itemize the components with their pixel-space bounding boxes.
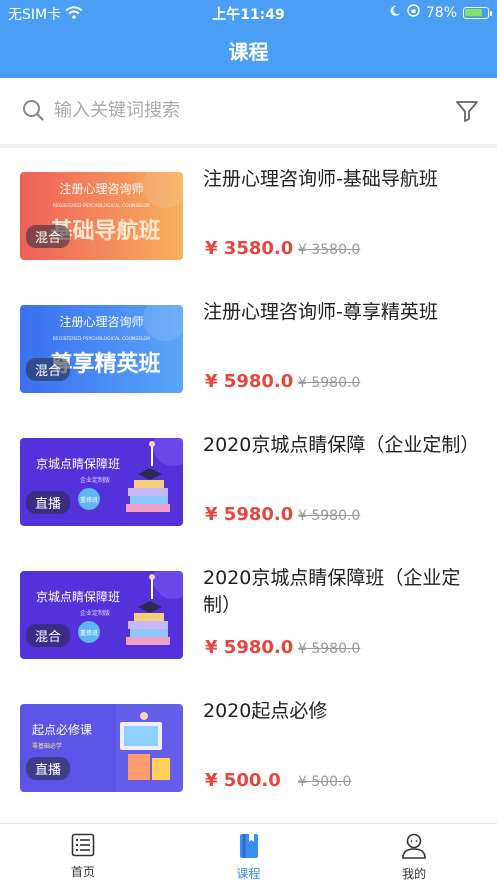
orientation-lock-icon	[407, 4, 420, 21]
thumb-sub: 企业定制版	[80, 476, 110, 484]
course-list: 注册心理咨询师 REGISTERED PSYCHOLOGICAL COUNSEL…	[0, 148, 497, 823]
thumb-sub: REGISTERED PSYCHOLOGICAL COUNSELOR	[53, 203, 150, 209]
course-thumbnail[interactable]: 注册心理咨询师 REGISTERED PSYCHOLOGICAL COUNSEL…	[20, 172, 183, 260]
course-title[interactable]: 注册心理咨询师-基础导航班	[203, 166, 473, 193]
course-item[interactable]: 京城点睛保障班 企业定制版 重修班 混合 2020京城点睛保障班（企业定制） ¥…	[0, 547, 497, 680]
search-icon	[22, 99, 44, 125]
course-original-price: ¥ 5980.0	[298, 641, 361, 657]
thumb-heading: 京城点睛保障班	[36, 589, 120, 604]
battery-icon	[463, 6, 492, 19]
status-bar: 无SIM卡 上午11:49 78%	[0, 0, 497, 26]
thumb-big: 重修班	[80, 496, 98, 504]
thumb-heading: 起点必修课	[32, 722, 92, 737]
course-price: ¥ 500.0	[205, 770, 281, 791]
course-thumbnail[interactable]: 起点必修课 零基础必学 直播	[20, 704, 183, 792]
list-icon	[71, 833, 95, 860]
page-title: 课程	[228, 40, 269, 64]
moon-icon	[389, 5, 401, 21]
tab-profile-label: 我的	[402, 867, 427, 881]
thumb-sub: 零基础必学	[32, 742, 62, 750]
app-header: 无SIM卡 上午11:49 78% 课程	[0, 0, 497, 78]
filter-icon[interactable]	[455, 99, 479, 127]
user-icon	[401, 833, 427, 862]
course-thumbnail[interactable]: 京城点睛保障班 企业定制版 重修班 混合	[20, 571, 183, 659]
course-original-price: ¥ 5980.0	[298, 375, 361, 391]
battery-percent: 78%	[425, 4, 457, 21]
tab-home[interactable]: 首页	[0, 824, 166, 883]
thumb-heading: 注册心理咨询师	[59, 181, 143, 196]
course-original-price: ¥ 3580.0	[298, 242, 361, 258]
course-title[interactable]: 2020起点必修	[203, 698, 473, 725]
course-original-price: ¥ 500.0	[298, 774, 352, 790]
course-thumbnail[interactable]: 注册心理咨询师 REGISTERED PSYCHOLOGICAL COUNSEL…	[20, 305, 183, 393]
course-type-badge: 直播	[26, 757, 71, 780]
thumb-heading: 注册心理咨询师	[59, 314, 143, 329]
course-title[interactable]: 注册心理咨询师-尊享精英班	[203, 299, 473, 326]
course-item[interactable]: 注册心理咨询师 REGISTERED PSYCHOLOGICAL COUNSEL…	[0, 148, 497, 281]
tab-home-label: 首页	[70, 865, 95, 879]
tab-profile[interactable]: 我的	[331, 824, 497, 883]
tab-courses-label: 课程	[236, 867, 261, 881]
thumb-sub: 企业定制版	[80, 609, 110, 617]
course-original-price: ¥ 5980.0	[298, 508, 361, 524]
thumb-heading: 京城点睛保障班	[36, 456, 120, 471]
course-type-badge: 混合	[26, 358, 71, 381]
course-title[interactable]: 2020京城点睛保障班（企业定制）	[203, 565, 473, 619]
course-item[interactable]: 起点必修课 零基础必学 直播 2020起点必修 ¥ 500.0 ¥ 500.0	[0, 680, 497, 813]
search-bar	[0, 78, 497, 144]
book-icon	[237, 833, 261, 862]
course-price: ¥ 5980.0	[205, 371, 294, 392]
course-type-badge: 混合	[26, 225, 71, 248]
search-input[interactable]	[54, 96, 434, 124]
course-type-badge: 混合	[26, 624, 71, 647]
tab-bar: 首页 课程 我的	[0, 823, 497, 883]
tab-courses[interactable]: 课程	[166, 824, 332, 883]
course-title[interactable]: 2020京城点睛保障（企业定制）	[203, 432, 479, 459]
course-type-badge: 直播	[26, 491, 71, 514]
thumb-sub: REGISTERED PSYCHOLOGICAL COUNSELOR	[53, 336, 150, 342]
course-price: ¥ 3580.0	[205, 238, 294, 259]
thumb-big: 重修班	[80, 629, 98, 637]
course-price: ¥ 5980.0	[205, 504, 294, 525]
course-thumbnail[interactable]: 京城点睛保障班 企业定制版 重修班 直播	[20, 438, 183, 526]
course-item[interactable]: 京城点睛保障班 企业定制版 重修班 直播 2020京城点睛保障（企业定制） ¥ …	[0, 414, 497, 547]
course-item[interactable]: 注册心理咨询师 REGISTERED PSYCHOLOGICAL COUNSEL…	[0, 281, 497, 414]
course-price: ¥ 5980.0	[205, 637, 294, 658]
